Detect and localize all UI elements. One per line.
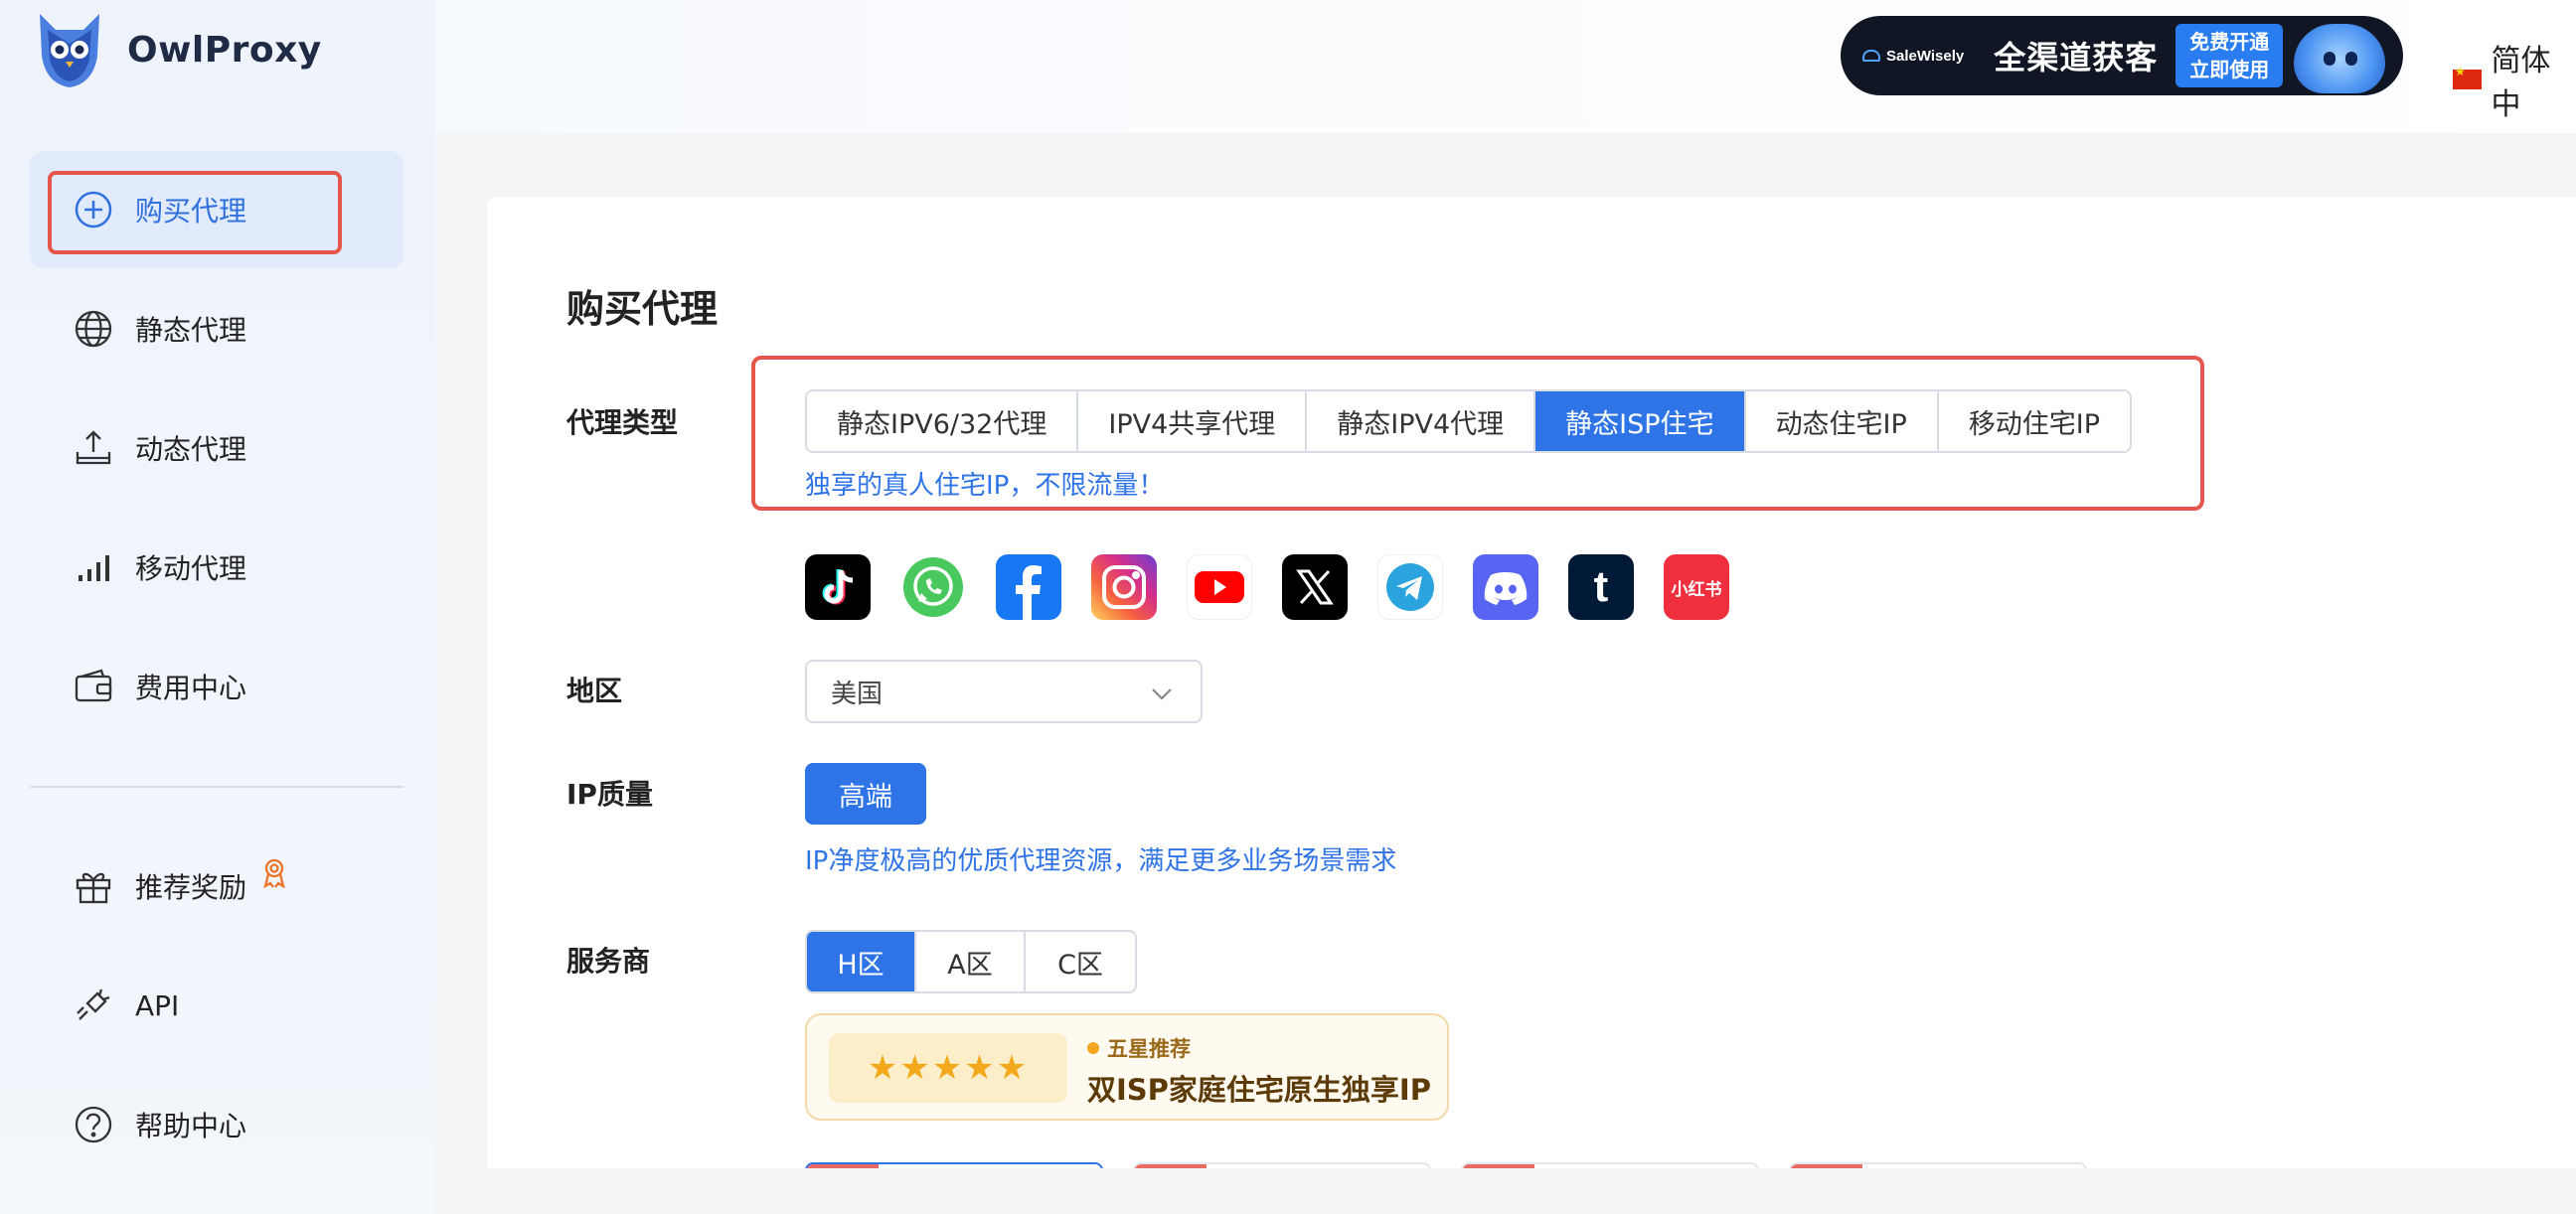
sidebar-item-mobile-proxy[interactable]: 移动代理: [30, 509, 403, 626]
gift-icon: [72, 864, 115, 908]
sidebar-item-static-proxy[interactable]: 静态代理: [30, 270, 403, 387]
instagram-icon: [1091, 554, 1157, 620]
question-circle-icon: [72, 1103, 115, 1146]
recommend-title: 双ISP家庭住宅原生独享IP: [1087, 1073, 1431, 1107]
sidebar-item-label: 帮助中心: [135, 1110, 247, 1142]
page-title: 购买代理: [566, 287, 719, 331]
region-label: 地区: [566, 675, 623, 707]
youtube-icon: [1187, 554, 1252, 620]
recommendation-box: ★★★★★ 五星推荐 双ISP家庭住宅原生独享IP: [805, 1013, 1449, 1121]
proxy-type-tab-ipv6[interactable]: 静态IPV6/32代理: [807, 391, 1079, 451]
signal-bars-icon: [72, 545, 115, 589]
proxy-type-tab-static-isp[interactable]: 静态ISP住宅: [1535, 391, 1746, 451]
sidebar-divider: [30, 786, 403, 788]
plus-circle-icon: [72, 188, 115, 231]
xiaohongshu-icon: 小红书: [1664, 554, 1729, 620]
proxy-type-label: 代理类型: [566, 406, 679, 439]
sidebar-item-buy-proxy[interactable]: 购买代理: [30, 151, 403, 268]
ip-quality-premium-button[interactable]: 高端: [805, 763, 926, 825]
provider-tab-a[interactable]: A区: [916, 932, 1026, 991]
bullet-dot-icon: [1087, 1042, 1099, 1054]
sidebar-item-label: 移动代理: [135, 552, 247, 585]
sidebar-item-label: API: [135, 988, 180, 1022]
ad-brand: SaleWisely: [1862, 48, 1964, 65]
plug-icon: [72, 984, 115, 1027]
x-twitter-icon: [1282, 554, 1348, 620]
sidebar-item-label: 费用中心: [135, 672, 247, 704]
ad-headline: 全渠道获客: [1994, 39, 2159, 76]
sidebar-item-referral[interactable]: 推荐奖励: [30, 828, 403, 945]
proxy-type-hint: 独享的真人住宅IP，不限流量！: [805, 471, 1165, 501]
provider-label: 服务商: [566, 945, 651, 978]
proxy-type-tab-mobile-residential[interactable]: 移动住宅IP: [1939, 391, 2130, 451]
sidebar-item-dynamic-proxy[interactable]: 动态代理: [30, 389, 403, 507]
provider-tab-h[interactable]: H区: [807, 932, 916, 991]
award-badge-icon: [260, 857, 288, 896]
china-flag-icon: [2453, 65, 2482, 89]
ad-banner[interactable]: SaleWisely 全渠道获客 免费开通 立即使用: [1841, 16, 2403, 95]
chevron-down-icon: [1152, 688, 1172, 700]
ad-cta-button[interactable]: 免费开通 立即使用: [2175, 24, 2284, 87]
proxy-type-tab-ipv4-shared[interactable]: IPV4共享代理: [1078, 391, 1308, 451]
proxy-type-tab-dynamic-residential[interactable]: 动态住宅IP: [1746, 391, 1939, 451]
telegram-icon: [1377, 554, 1443, 620]
page-footer-area: [435, 1168, 2576, 1214]
wallet-icon: [72, 665, 115, 708]
brand[interactable]: OwlProxy: [34, 10, 322, 89]
globe-icon: [72, 307, 115, 351]
ip-quality-label: IP质量: [566, 778, 653, 811]
robot-mascot-icon: [2294, 24, 2385, 93]
upload-tray-icon: [72, 426, 115, 470]
cloud-icon: [1862, 50, 1880, 62]
tiktok-icon: [805, 554, 871, 620]
sidebar-item-help[interactable]: 帮助中心: [30, 1066, 403, 1183]
provider-tabs: H区 A区 C区: [805, 930, 1137, 993]
sidebar-item-label: 动态代理: [135, 433, 247, 466]
proxy-type-tabs: 静态IPV6/32代理 IPV4共享代理 静态IPV4代理 静态ISP住宅 动态…: [805, 389, 2133, 453]
platform-icons: t 小红书: [805, 554, 1759, 620]
language-switcher[interactable]: 简体中: [2453, 36, 2576, 123]
brand-name: OwlProxy: [127, 29, 322, 71]
ip-quality-hint: IP净度极高的优质代理资源，满足更多业务场景需求: [805, 846, 1397, 876]
proxy-type-tab-static-ipv4[interactable]: 静态IPV4代理: [1307, 391, 1536, 451]
sidebar-item-label: 静态代理: [135, 314, 247, 347]
language-label: 简体中: [2491, 44, 2551, 122]
facebook-icon: [996, 554, 1061, 620]
sidebar: OwlProxy 购买代理 静态代理 动态代理 移动代理 费用中心 推荐奖励 A…: [0, 0, 435, 1214]
buy-proxy-card: 购买代理 代理类型 静态IPV6/32代理 IPV4共享代理 静态IPV4代理 …: [487, 197, 2576, 1172]
recommend-tag: 五星推荐: [1087, 1033, 1191, 1063]
five-star-rating: ★★★★★: [829, 1033, 1067, 1103]
sidebar-item-billing[interactable]: 费用中心: [30, 628, 403, 745]
sidebar-item-api[interactable]: API: [30, 947, 403, 1064]
sidebar-item-label: 推荐奖励: [135, 871, 247, 904]
region-select[interactable]: 美国: [805, 660, 1203, 723]
sidebar-item-label: 购买代理: [135, 195, 247, 228]
owl-logo-icon: [40, 14, 99, 87]
discord-icon: [1473, 554, 1538, 620]
region-value: 美国: [831, 679, 884, 709]
tumblr-icon: t: [1568, 554, 1634, 620]
provider-tab-c[interactable]: C区: [1026, 932, 1135, 991]
whatsapp-icon: [900, 554, 966, 620]
